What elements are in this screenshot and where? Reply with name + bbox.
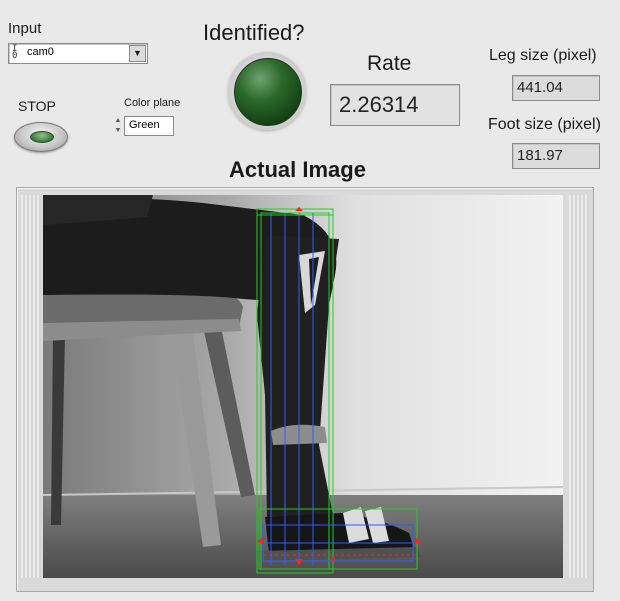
rate-indicator: 2.26314: [330, 84, 460, 126]
image-border-right: [569, 195, 589, 578]
identified-led-indicator: [228, 52, 306, 130]
leg-size-label: Leg size (pixel): [489, 47, 597, 64]
color-plane-ring[interactable]: Green: [124, 116, 174, 136]
foot-size-indicator: 181.97: [512, 143, 600, 169]
dropdown-arrow-icon[interactable]: ▼: [129, 45, 146, 62]
color-plane-value: Green: [129, 119, 160, 131]
stop-label: STOP: [18, 98, 56, 114]
stop-led-icon: [30, 131, 54, 143]
input-camera-select[interactable]: I0 cam0 ▼: [8, 43, 148, 64]
leg-size-value: 441.04: [517, 79, 563, 96]
leg-size-indicator: 441.04: [512, 75, 600, 101]
red-marker-icon: [331, 557, 335, 561]
foot-size-label: Foot size (pixel): [488, 116, 601, 133]
led-icon: [234, 58, 302, 126]
camera-frame-svg: [43, 195, 563, 578]
red-marker-icon: [414, 538, 420, 544]
image-border-left: [21, 195, 41, 578]
identified-label: Identified?: [203, 20, 305, 45]
camera-image[interactable]: [43, 195, 563, 578]
color-plane-label: Color plane: [124, 97, 181, 109]
rate-label: Rate: [367, 52, 412, 75]
input-label: Input: [8, 20, 42, 37]
rate-value: 2.26314: [339, 92, 419, 117]
foot-size-value: 181.97: [517, 147, 563, 164]
stop-button[interactable]: [14, 122, 68, 152]
red-marker-icon: [258, 538, 264, 544]
input-selected-value: cam0: [27, 46, 54, 58]
image-title: Actual Image: [229, 157, 366, 182]
image-display[interactable]: [16, 187, 594, 592]
io-icon: I0: [12, 44, 18, 61]
color-plane-stepper-icon[interactable]: ▲ ▼: [113, 116, 123, 136]
